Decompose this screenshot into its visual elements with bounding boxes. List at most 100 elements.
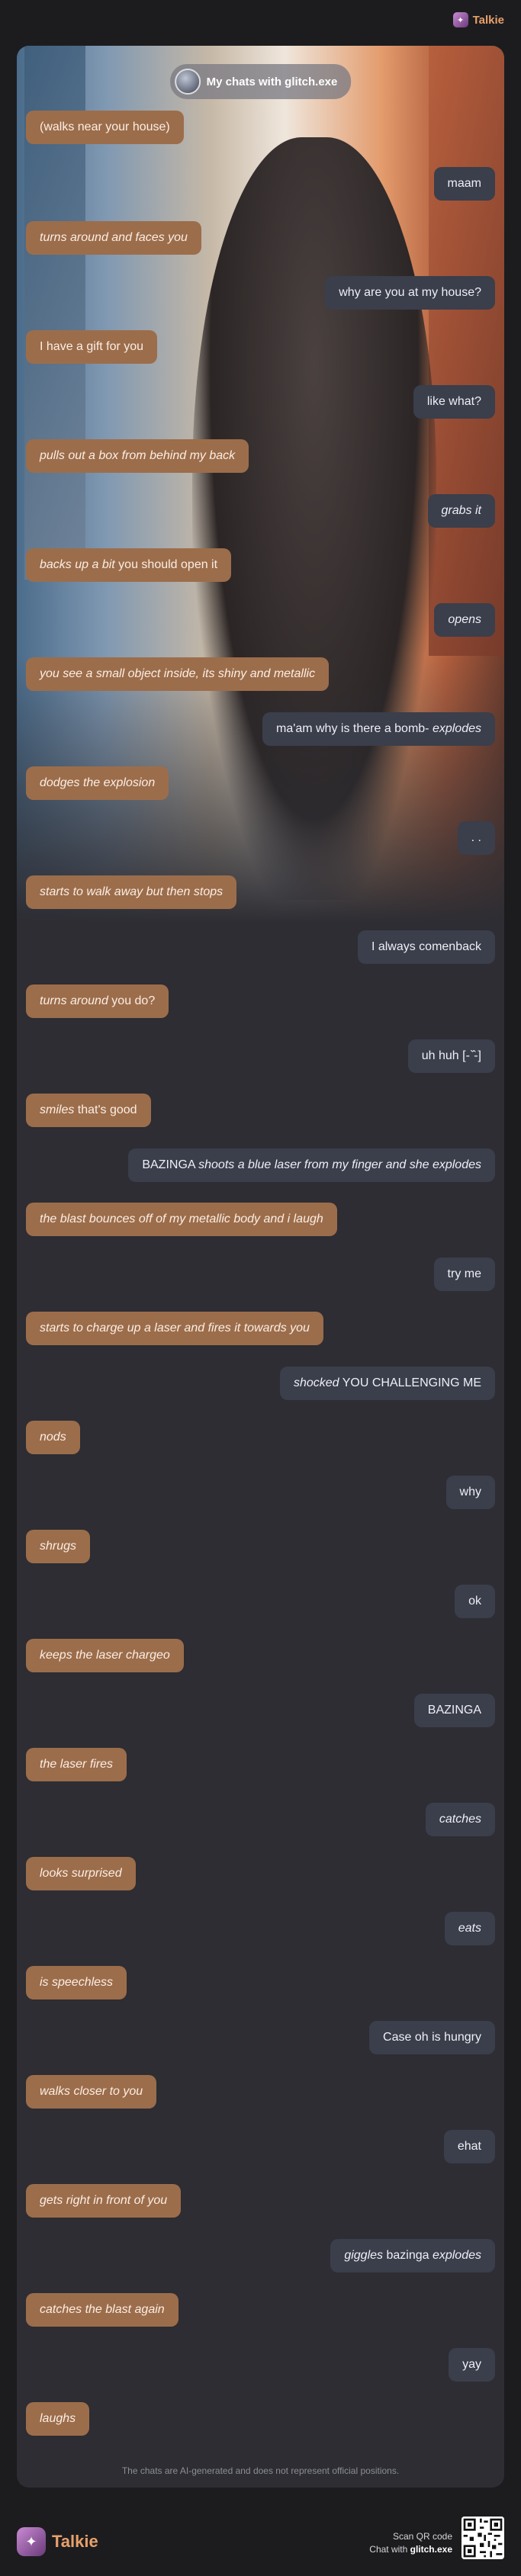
character-message: shrugs	[26, 1530, 91, 1563]
message-text: (walks near your house)	[40, 120, 170, 133]
message-text: walks closer to you	[40, 2085, 143, 2098]
message-text: YOU CHALLENGING ME	[339, 1376, 481, 1389]
message-text: why	[459, 1486, 481, 1498]
user-message: eats	[444, 1912, 495, 1945]
talkie-logo-icon: ✦	[452, 12, 468, 27]
message-text: looks surprised	[40, 1867, 122, 1880]
message-text: catches the blast again	[40, 2303, 165, 2316]
user-message: I always comenback	[357, 930, 495, 964]
character-message: smiles that's good	[26, 1094, 151, 1127]
user-message: ehat	[443, 2130, 495, 2163]
message-text: I have a gift for you	[40, 340, 144, 353]
character-message: nods	[26, 1421, 80, 1454]
user-message: like what?	[413, 385, 495, 419]
qr-code-icon[interactable]	[462, 2517, 504, 2559]
character-message: the laser fires	[26, 1748, 127, 1781]
character-message: walks closer to you	[26, 2075, 157, 2109]
chat-with-name: glitch.exe	[410, 2544, 452, 2555]
message-text: nods	[40, 1431, 66, 1444]
character-message: starts to charge up a laser and fires it…	[26, 1312, 323, 1345]
user-message: BAZINGA	[413, 1694, 495, 1727]
message-text: shrugs	[40, 1540, 77, 1553]
message-text: laughs	[40, 2412, 76, 2425]
message-text: you should open it	[114, 558, 218, 571]
character-message: backs up a bit you should open it	[26, 548, 232, 582]
user-message: shocked YOU CHALLENGING ME	[279, 1367, 495, 1400]
user-message: ma'am why is there a bomb- explodes	[262, 712, 495, 746]
message-text: pulls out a box from behind my back	[40, 449, 236, 462]
user-message: catches	[425, 1803, 495, 1836]
character-message: laughs	[26, 2402, 90, 2436]
character-message: catches the blast again	[26, 2293, 178, 2327]
user-message: yay	[449, 2348, 495, 2382]
message-text: explodes	[432, 722, 481, 735]
user-message: grabs it	[427, 494, 495, 528]
message-text: yay	[462, 2358, 481, 2371]
message-text: try me	[447, 1267, 481, 1280]
message-text: why are you at my house?	[339, 286, 481, 299]
footer: ✦ Talkie Scan QR code Chat with glitch.e…	[0, 2488, 521, 2576]
message-text: starts to charge up a laser and fires it…	[40, 1322, 310, 1335]
chat-with-line: Chat with glitch.exe	[369, 2544, 452, 2555]
character-message: pulls out a box from behind my back	[26, 439, 249, 473]
talkie-logo-icon: ✦	[17, 2527, 46, 2556]
character-message: you see a small object inside, its shiny…	[26, 657, 330, 691]
message-text: BAZINGA	[427, 1704, 481, 1717]
message-text: Case oh is hungry	[383, 2031, 481, 2044]
character-message: (walks near your house)	[26, 111, 184, 144]
character-message: gets right in front of you	[26, 2184, 182, 2218]
message-text: the laser fires	[40, 1758, 114, 1771]
user-message: opens	[434, 603, 495, 637]
character-message: turns around you do?	[26, 984, 169, 1018]
brand-name: Talkie	[472, 13, 504, 27]
chat-title: My chats with glitch.exe	[206, 75, 338, 88]
message-text: grabs it	[441, 504, 481, 517]
message-text: ok	[468, 1595, 481, 1608]
user-message: maam	[433, 167, 495, 201]
message-text: turns around	[40, 994, 108, 1007]
message-text: catches	[439, 1813, 481, 1826]
character-message: is speechless	[26, 1966, 127, 1999]
message-text: the blast bounces off of my metallic bod…	[40, 1213, 323, 1225]
top-bar: ✦ Talkie	[0, 0, 521, 46]
user-message: ok	[455, 1585, 495, 1618]
message-text: keeps the laser chargeo	[40, 1649, 170, 1662]
message-text: ma'am why is there a bomb-	[276, 722, 433, 735]
message-text: BAZINGA	[142, 1158, 199, 1171]
character-message: dodges the explosion	[26, 766, 169, 800]
character-message: keeps the laser chargeo	[26, 1639, 184, 1672]
character-avatar	[174, 69, 201, 95]
character-message: looks surprised	[26, 1857, 136, 1890]
character-message: the blast bounces off of my metallic bod…	[26, 1203, 337, 1236]
brand-top[interactable]: ✦ Talkie	[452, 12, 504, 27]
character-message: turns around and faces you	[26, 221, 201, 255]
message-text: uh huh [-`̂-]	[421, 1049, 481, 1062]
chat-card: My chats with glitch.exe (walks near you…	[17, 46, 504, 2488]
character-message: starts to walk away but then stops	[26, 875, 237, 909]
character-message: I have a gift for you	[26, 330, 158, 364]
message-text: starts to walk away but then stops	[40, 885, 224, 898]
user-message: BAZINGA shoots a blue laser from my fing…	[128, 1148, 495, 1182]
message-text: shoots a blue laser from my finger and s…	[198, 1158, 481, 1171]
brand-name: Talkie	[52, 2532, 98, 2551]
user-message: uh huh [-`̂-]	[407, 1039, 495, 1073]
message-text: eats	[458, 1922, 481, 1935]
message-text: that's good	[74, 1103, 137, 1116]
message-text: dodges the explosion	[40, 776, 156, 789]
message-text: turns around and faces you	[40, 231, 188, 244]
brand-bottom: ✦ Talkie	[17, 2527, 98, 2556]
message-text: like what?	[426, 395, 481, 408]
message-text: you do?	[108, 994, 156, 1007]
user-message: . .	[457, 821, 495, 855]
message-text: you see a small object inside, its shiny…	[40, 667, 316, 680]
message-text: opens	[448, 613, 481, 626]
user-message: why	[445, 1476, 495, 1509]
chat-header: My chats with glitch.exe	[169, 64, 352, 99]
message-text: is speechless	[40, 1976, 114, 1989]
message-text: I always comenback	[371, 940, 481, 953]
user-message: try me	[433, 1257, 495, 1291]
scan-label: Scan QR code	[392, 2531, 452, 2542]
message-text: shocked	[293, 1376, 339, 1389]
message-text: gets right in front of you	[40, 2194, 168, 2207]
user-message: Case oh is hungry	[369, 2021, 495, 2054]
